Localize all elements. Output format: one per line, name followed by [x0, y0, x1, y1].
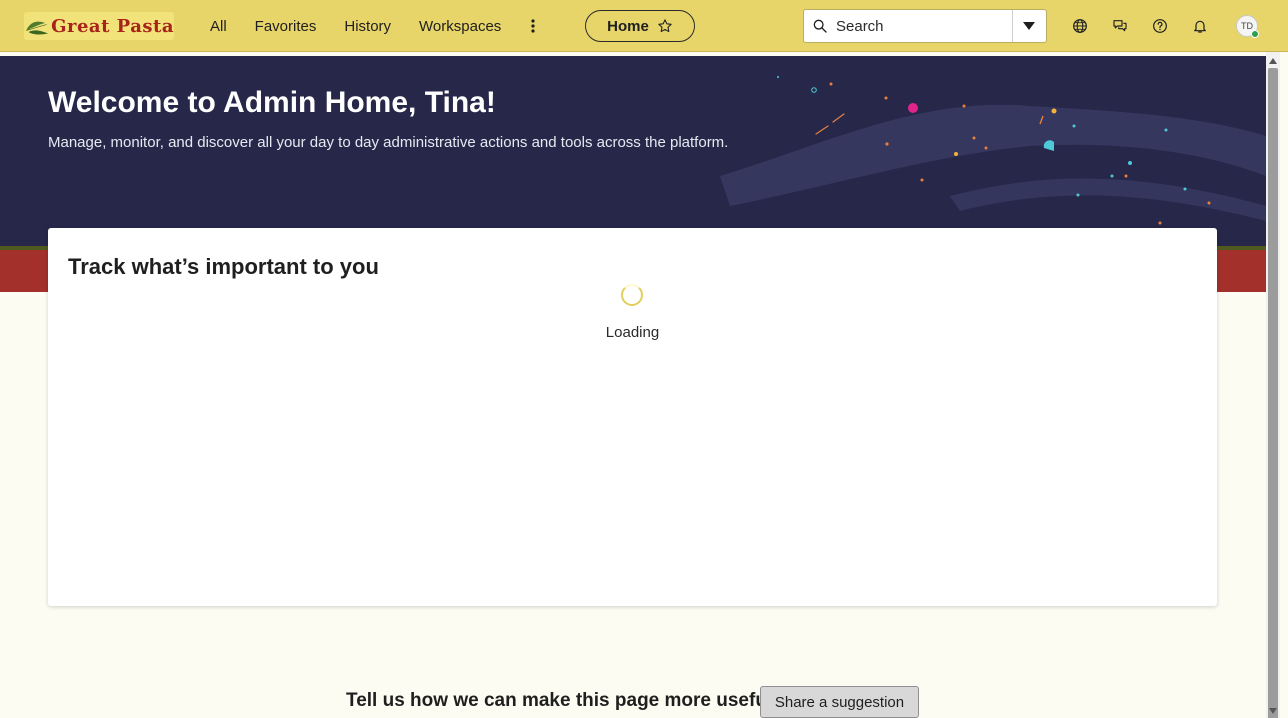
globe-icon: [1073, 19, 1087, 33]
caret-down-icon: [1023, 22, 1035, 30]
more-menu-button[interactable]: [519, 0, 547, 52]
confetti-illustration: [720, 76, 1266, 225]
page-scrollbar[interactable]: [1266, 52, 1280, 718]
notifications-button[interactable]: [1180, 0, 1220, 52]
online-status-dot: [1251, 30, 1259, 38]
basil-leaf-icon: [26, 21, 49, 35]
global-search: [803, 9, 1047, 43]
card-title: Track what’s important to you: [68, 254, 379, 279]
home-context-pill[interactable]: Home: [585, 10, 695, 42]
star-outline-icon[interactable]: [657, 18, 673, 34]
user-avatar[interactable]: TD: [1236, 15, 1259, 38]
nav-workspaces[interactable]: Workspaces: [405, 0, 515, 52]
search-scope-dropdown[interactable]: [1012, 10, 1045, 42]
language-button[interactable]: [1060, 0, 1100, 52]
triangle-up-icon: [1269, 58, 1277, 64]
more-vertical-icon: [531, 19, 535, 33]
bell-icon: [1194, 20, 1206, 33]
share-suggestion-button[interactable]: Share a suggestion: [760, 686, 919, 718]
triangle-down-icon: [1269, 708, 1277, 714]
help-button[interactable]: [1140, 0, 1180, 52]
hero-banner: Welcome to Admin Home, Tina! Manage, mon…: [0, 56, 1266, 246]
hero-subtitle: Manage, monitor, and discover all your d…: [48, 134, 729, 151]
scroll-thumb[interactable]: [1268, 68, 1278, 718]
nav-all[interactable]: All: [196, 0, 241, 52]
brand-name: Great Pasta: [51, 15, 174, 37]
header-actions: [1060, 0, 1220, 52]
primary-nav: All Favorites History Workspaces: [196, 0, 547, 52]
home-pill-label: Home: [607, 17, 649, 35]
feedback-prompt: Tell us how we can make this page more u…: [346, 690, 773, 711]
search-input[interactable]: [836, 11, 1012, 41]
brand-logo[interactable]: Great Pasta: [24, 12, 174, 40]
help-icon: [1153, 19, 1167, 33]
hero-title: Welcome to Admin Home, Tina!: [48, 86, 496, 119]
nav-history[interactable]: History: [330, 0, 405, 52]
chat-icon: [1113, 20, 1127, 32]
search-icon: [804, 18, 836, 34]
tracking-card: Track what’s important to you Loading: [48, 228, 1217, 606]
loading-text: Loading: [605, 324, 660, 341]
scroll-up-arrow[interactable]: [1266, 54, 1280, 68]
user-initials: TD: [1241, 21, 1253, 31]
scroll-down-arrow[interactable]: [1266, 704, 1280, 718]
chat-button[interactable]: [1100, 0, 1140, 52]
top-navigation-bar: Great Pasta All Favorites History Worksp…: [0, 0, 1288, 52]
nav-favorites[interactable]: Favorites: [241, 0, 331, 52]
loading-spinner: [621, 284, 643, 306]
